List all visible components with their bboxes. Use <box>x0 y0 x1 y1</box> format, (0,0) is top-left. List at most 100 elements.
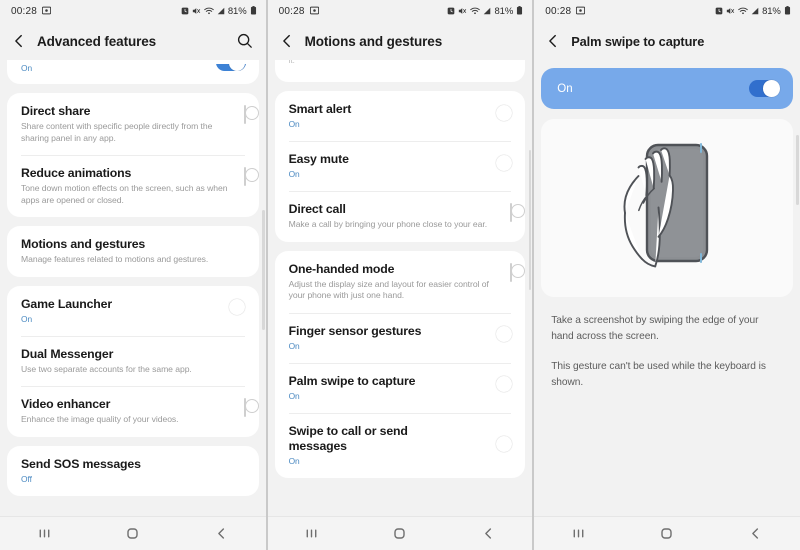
mute-icon <box>458 2 467 20</box>
master-toggle-bar[interactable]: On <box>541 68 793 109</box>
recents-button[interactable] <box>291 517 333 550</box>
row-text-block: Game Launcher On <box>21 297 246 325</box>
setting-title: Direct call <box>288 202 346 216</box>
recents-button[interactable] <box>23 517 65 550</box>
setting-title: Easy mute <box>288 152 349 166</box>
row-text-block: Swipe to call or send messages On <box>289 424 513 467</box>
scrollbar-thumb[interactable] <box>796 135 799 205</box>
status-bar-clock: 00:28 <box>11 5 38 17</box>
scrollbar-thumb[interactable] <box>528 150 532 290</box>
back-icon[interactable] <box>11 33 27 49</box>
status-bar: 00:28 81% <box>267 0 533 22</box>
home-button[interactable] <box>379 517 421 550</box>
setting-row-dual-messenger[interactable]: Dual Messenger Use two separate accounts… <box>7 335 259 387</box>
back-icon[interactable] <box>279 33 295 49</box>
toggle-switch-off[interactable] <box>243 398 246 417</box>
setting-control[interactable] <box>510 202 513 222</box>
setting-description: Tone down motion effects on the screen, … <box>21 183 228 205</box>
detail-scroll-area[interactable]: On Take a screenshot by swiping the edge… <box>534 60 800 517</box>
setting-state: On <box>288 390 300 401</box>
row-text-block: Video enhancer Enhance the image quality… <box>21 397 244 426</box>
home-button[interactable] <box>646 517 688 550</box>
setting-row-easy-mute[interactable]: Easy mute On <box>275 141 526 191</box>
setting-control[interactable] <box>243 166 246 186</box>
setting-row-game-launcher[interactable]: Game Launcher On <box>7 286 259 336</box>
row-text-block: Easy mute On <box>289 152 513 180</box>
partial-setting-row[interactable]: On <box>7 60 259 84</box>
partial-row-card: On <box>7 60 259 84</box>
setting-title: Direct share <box>21 104 91 118</box>
setting-row-one-handed-mode[interactable]: One-handed mode Adjust the display size … <box>275 251 526 313</box>
row-text-block: One-handed mode Adjust the display size … <box>289 262 511 302</box>
toggle-switch-off[interactable] <box>510 262 513 282</box>
setting-title: Video enhancer <box>21 397 111 411</box>
setting-row-motions-and-gestures[interactable]: Motions and gestures Manage features rel… <box>7 226 259 277</box>
wifi-icon <box>204 2 214 20</box>
battery-icon <box>516 2 523 20</box>
status-bar-clock: 00:28 <box>278 5 305 17</box>
setting-row-direct-call[interactable]: Direct call Make a call by bringing your… <box>275 191 526 242</box>
partial-row-text: it. <box>288 60 295 65</box>
setting-row-reduce-animations[interactable]: Reduce animations Tone down motion effec… <box>7 155 259 217</box>
alarm-icon <box>181 2 189 20</box>
partial-row-card: it. <box>274 60 526 82</box>
setting-title: Smart alert <box>288 102 352 116</box>
setting-row-direct-share[interactable]: Direct share Share content with specific… <box>7 93 259 155</box>
setting-title: Palm swipe to capture <box>288 373 416 388</box>
row-text-block: Direct share Share content with specific… <box>21 104 244 144</box>
setting-row-finger-sensor-gestures[interactable]: Finger sensor gestures On <box>275 312 526 363</box>
page-title: Advanced features <box>37 33 157 49</box>
partial-row-toggle[interactable] <box>215 64 246 71</box>
back-button[interactable] <box>200 517 242 550</box>
row-text-block: Dual Messenger Use two separate accounts… <box>21 347 246 376</box>
mute-icon <box>726 2 735 20</box>
setting-row-palm-swipe-to-capture[interactable]: Palm swipe to capture On <box>275 362 526 413</box>
setting-control[interactable] <box>243 104 246 124</box>
setting-row-video-enhancer[interactable]: Video enhancer Enhance the image quality… <box>7 386 259 437</box>
setting-row-send-sos-messages[interactable]: Send SOS messages Off <box>7 446 259 496</box>
setting-description: Make a call by bringing your phone close… <box>288 219 488 229</box>
setting-title: Game Launcher <box>21 296 112 311</box>
back-button[interactable] <box>467 517 509 550</box>
home-button[interactable] <box>112 517 154 550</box>
search-icon[interactable] <box>236 32 254 50</box>
page-title: Palm swipe to capture <box>571 33 705 49</box>
toggle-switch-off[interactable] <box>243 105 246 124</box>
setting-description: Enhance the image quality of your videos… <box>21 414 179 424</box>
battery-percent-label: 81% <box>227 5 247 17</box>
signal-icon <box>483 2 491 20</box>
description-block: Take a screenshot by swiping the edge of… <box>534 297 800 391</box>
setting-title: Swipe to call or send messages <box>288 423 408 453</box>
setting-title: Finger sensor gestures <box>288 323 422 338</box>
battery-percent-label: 81% <box>494 5 514 17</box>
system-navigation-bar <box>534 516 800 550</box>
setting-title: Dual Messenger <box>21 346 114 361</box>
settings-scroll-area-2[interactable]: it. Smart alert On Easy mute On Direct c… <box>267 60 533 517</box>
setting-title: Reduce animations <box>21 166 132 180</box>
setting-description: Share content with specific people direc… <box>21 121 213 143</box>
settings-card: Send SOS messages Off <box>7 445 259 496</box>
toggle-switch-off[interactable] <box>510 203 513 222</box>
master-toggle-switch[interactable] <box>748 80 780 97</box>
setting-control[interactable] <box>243 397 246 417</box>
toggle-switch-on[interactable] <box>215 64 246 71</box>
setting-description: Manage features related to motions and g… <box>21 254 209 264</box>
settings-scroll-area-1[interactable]: On Direct share Share content with speci… <box>0 60 266 517</box>
battery-icon <box>784 2 791 20</box>
back-icon[interactable] <box>545 33 561 49</box>
setting-title: One-handed mode <box>288 261 395 276</box>
setting-control[interactable] <box>510 262 513 282</box>
alarm-icon <box>715 2 723 20</box>
row-text-block: Smart alert On <box>289 102 513 130</box>
back-button[interactable] <box>735 517 777 550</box>
setting-row-smart-alert[interactable]: Smart alert On <box>275 91 526 141</box>
recents-button[interactable] <box>557 517 599 550</box>
scrollbar-thumb[interactable] <box>262 210 265 330</box>
description-paragraph-2: This gesture can't be used while the key… <box>551 361 766 388</box>
setting-row-swipe-to-call-or-send-messages[interactable]: Swipe to call or send messages On <box>275 412 526 478</box>
master-toggle-label: On <box>557 82 573 95</box>
settings-card: One-handed mode Adjust the display size … <box>274 250 526 478</box>
illustration-card <box>541 119 793 297</box>
toggle-switch-off[interactable] <box>243 167 246 186</box>
wifi-icon <box>470 2 481 20</box>
